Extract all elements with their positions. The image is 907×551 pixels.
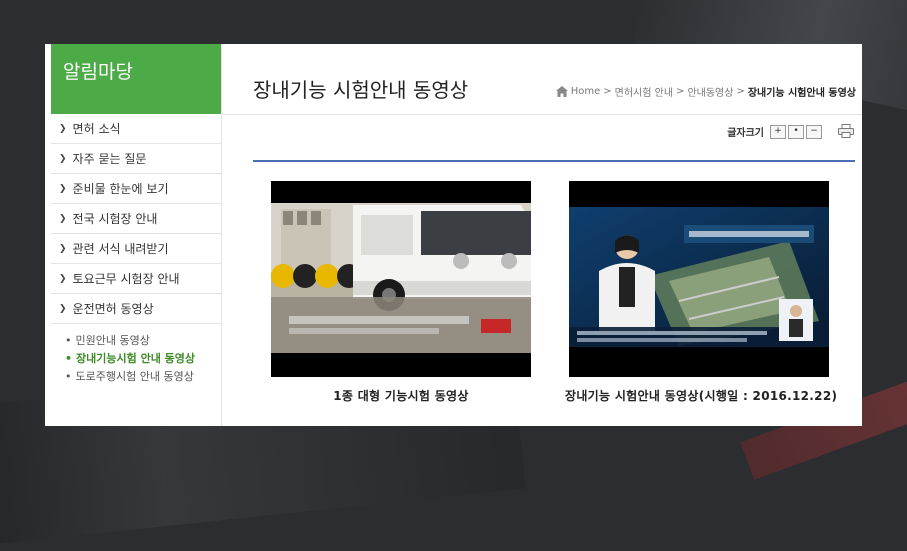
sidebar: 알림마당 ❯ 면허 소식 ❯ 자주 묻는 질문 ❯ 준비물 한눈에 보기 ❯ 전국 시험…	[51, 44, 222, 426]
chevron-right-icon: ❯	[59, 243, 67, 254]
home-icon	[555, 86, 568, 97]
submenu-item-road-test[interactable]: • 도로주행시험 안내 동영상	[65, 368, 221, 386]
sidebar-item-faq[interactable]: ❯ 자주 묻는 질문	[51, 144, 221, 174]
breadcrumb-home[interactable]: Home	[571, 86, 601, 97]
sidebar-item-label: 토요근무 시험장 안내	[72, 271, 180, 286]
submenu-item-label: 민원안내 동영상	[75, 334, 150, 347]
font-size-label: 글자크기	[727, 128, 764, 139]
video-card: 장내기능 시험안내 동영상(시행일 : 2016.12.22)	[565, 181, 837, 404]
submenu-item-civil[interactable]: • 민원안내 동영상	[65, 332, 221, 350]
breadcrumb-item[interactable]: 안내동영상	[687, 84, 733, 99]
page-title: 장내기능 시험안내 동영상	[253, 78, 469, 102]
sidebar-item-videos[interactable]: ❯ 운전면허 동영상	[51, 294, 221, 324]
sidebar-item-forms[interactable]: ❯ 관련 서식 내려받기	[51, 234, 221, 264]
header-divider	[221, 114, 862, 115]
bullet-icon: •	[65, 352, 73, 365]
chevron-right-icon: ❯	[59, 303, 67, 314]
sidebar-item-test-centers[interactable]: ❯ 전국 시험장 안내	[51, 204, 221, 234]
bullet-icon: •	[65, 334, 72, 347]
chevron-right-icon: ❯	[59, 273, 67, 284]
video-thumbnail[interactable]	[569, 181, 829, 377]
breadcrumb-current: 장내기능 시험안내 동영상	[747, 88, 856, 99]
sidebar-submenu: • 민원안내 동영상 • 장내기능시험 안내 동영상 • 도로주행시험 안내 동영상	[51, 324, 221, 386]
submenu-item-label: 장내기능시험 안내 동영상	[76, 352, 196, 365]
sidebar-item-label: 준비물 한눈에 보기	[72, 181, 169, 196]
print-icon[interactable]	[838, 124, 854, 138]
content-area: 장내기능 시험안내 동영상 Home > 면허시험 안내 > 안내동영상 > 장…	[221, 44, 862, 426]
video-card: 1종 대형 기능시험 동영상	[271, 181, 531, 404]
font-size-decrease-button[interactable]: −	[806, 124, 822, 139]
bullet-icon: •	[65, 370, 72, 383]
breadcrumb-separator: >	[736, 86, 745, 97]
sidebar-item-label: 운전면허 동영상	[72, 301, 154, 316]
font-size-increase-button[interactable]: +	[770, 124, 786, 139]
submenu-item-label: 도로주행시험 안내 동영상	[75, 370, 194, 383]
main-panel: 알림마당 ❯ 면허 소식 ❯ 자주 묻는 질문 ❯ 준비물 한눈에 보기 ❯ 전국 시험…	[45, 44, 862, 426]
sidebar-item-label: 자주 묻는 질문	[72, 151, 147, 166]
section-divider	[253, 160, 855, 162]
breadcrumb-item[interactable]: 면허시험 안내	[615, 84, 673, 99]
presenter-video-image	[569, 181, 829, 377]
bus-video-image	[271, 181, 531, 377]
sidebar-item-saturday[interactable]: ❯ 토요근무 시험장 안내	[51, 264, 221, 294]
chevron-right-icon: ❯	[59, 213, 67, 224]
sidebar-title: 알림마당	[51, 44, 221, 114]
chevron-right-icon: ❯	[59, 123, 67, 134]
sidebar-menu: ❯ 면허 소식 ❯ 자주 묻는 질문 ❯ 준비물 한눈에 보기 ❯ 전국 시험장 안내 …	[51, 114, 221, 324]
video-title[interactable]: 장내기능 시험안내 동영상(시행일 : 2016.12.22)	[565, 387, 837, 404]
video-title[interactable]: 1종 대형 기능시험 동영상	[271, 387, 531, 404]
sidebar-item-label: 면허 소식	[72, 121, 121, 136]
sidebar-item-label: 전국 시험장 안내	[72, 211, 158, 226]
font-size-reset-button[interactable]: •	[788, 124, 804, 139]
font-size-control: 글자크기 + • −	[727, 124, 822, 139]
chevron-right-icon: ❯	[59, 183, 67, 194]
chevron-right-icon: ❯	[59, 153, 67, 164]
submenu-item-course-test[interactable]: • 장내기능시험 안내 동영상	[65, 350, 221, 368]
breadcrumb-separator: >	[676, 86, 685, 97]
video-thumbnail[interactable]	[271, 181, 531, 377]
sidebar-item-label: 관련 서식 내려받기	[72, 241, 169, 256]
sidebar-item-news[interactable]: ❯ 면허 소식	[51, 114, 221, 144]
breadcrumb-separator: >	[603, 86, 612, 97]
sidebar-item-documents[interactable]: ❯ 준비물 한눈에 보기	[51, 174, 221, 204]
breadcrumb: Home > 면허시험 안내 > 안내동영상 > 장내기능 시험안내 동영상	[555, 84, 856, 99]
